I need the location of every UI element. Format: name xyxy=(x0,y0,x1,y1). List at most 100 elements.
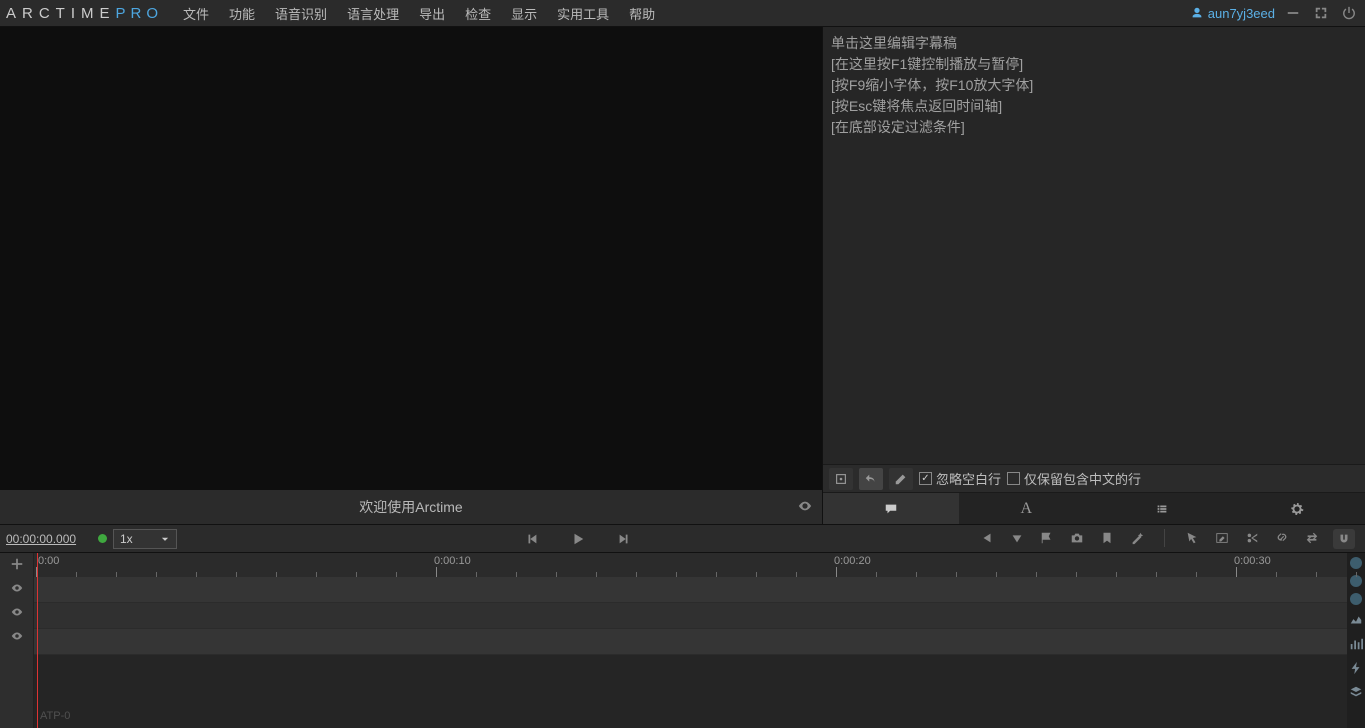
bookmark-icon xyxy=(1100,531,1114,545)
wand-button[interactable] xyxy=(1128,529,1146,547)
menu-list: 文件 功能 语音识别 语言处理 导出 检查 显示 实用工具 帮助 xyxy=(173,0,665,27)
pointer-icon xyxy=(1185,531,1199,545)
power-button[interactable] xyxy=(1339,3,1359,23)
user-badge[interactable]: aun7yj3eed xyxy=(1190,6,1275,21)
timeline-track-controls xyxy=(0,553,34,728)
spectrum-button[interactable] xyxy=(1347,635,1365,653)
triangle-down-icon xyxy=(1010,531,1024,545)
menu-language[interactable]: 语言处理 xyxy=(337,0,409,27)
eye-icon xyxy=(10,581,24,595)
bookmark-button[interactable] xyxy=(1098,529,1116,547)
mark-out-down-button[interactable] xyxy=(1008,529,1026,547)
camera-icon xyxy=(1070,531,1084,545)
main-area: 欢迎使用Arctime 单击这里编辑字幕稿 [在这里按F1键控制播放与暂停] [… xyxy=(0,26,1365,524)
playhead[interactable] xyxy=(37,553,38,728)
play-button[interactable] xyxy=(569,530,587,548)
pointer-tool[interactable] xyxy=(1183,529,1201,547)
ruler-tick xyxy=(316,572,317,577)
timeline-empty-area[interactable]: ATP-0 xyxy=(34,655,1347,728)
ruler-label: 0:00:20 xyxy=(834,555,871,567)
menu-file[interactable]: 文件 xyxy=(173,0,219,27)
link-icon xyxy=(1275,531,1289,545)
maximize-icon xyxy=(1314,6,1328,20)
waveform-button[interactable] xyxy=(1347,611,1365,629)
track-3[interactable] xyxy=(34,629,1347,655)
tab-list[interactable] xyxy=(1094,493,1230,524)
ruler-tick xyxy=(596,572,597,577)
swap-tool[interactable] xyxy=(1303,529,1321,547)
mark-in-button[interactable] xyxy=(978,529,996,547)
layers-icon xyxy=(1349,685,1363,699)
ruler-tick xyxy=(1036,572,1037,577)
layers-button[interactable] xyxy=(1347,683,1365,701)
playback-controls xyxy=(177,530,978,548)
add-track-button[interactable] xyxy=(8,555,26,573)
track-visibility-2[interactable] xyxy=(8,603,26,621)
timeline-body[interactable]: 0:00 0:00:10 0:00:20 0:00:30 ATP-0 xyxy=(34,553,1347,728)
track-visibility-1[interactable] xyxy=(8,579,26,597)
menu-help[interactable]: 帮助 xyxy=(619,0,665,27)
timecode-display[interactable]: 00:00:00.000 xyxy=(4,532,92,546)
next-frame-button[interactable] xyxy=(615,530,633,548)
menu-right: aun7yj3eed xyxy=(1190,3,1359,23)
skip-back-icon xyxy=(525,532,539,546)
preview-visibility-toggle[interactable] xyxy=(798,499,812,516)
skip-forward-icon xyxy=(617,532,631,546)
menubar: ARCTIMEPRO 文件 功能 语音识别 语言处理 导出 检查 显示 实用工具… xyxy=(0,0,1365,26)
magnet-tool[interactable] xyxy=(1333,529,1355,549)
menu-display[interactable]: 显示 xyxy=(501,0,547,27)
ruler-label: 0:00 xyxy=(38,555,59,567)
video-preview[interactable] xyxy=(0,27,822,490)
timeline-ruler[interactable]: 0:00 0:00:10 0:00:20 0:00:30 xyxy=(34,553,1347,577)
side-dot-1[interactable] xyxy=(1350,557,1362,569)
track-2[interactable] xyxy=(34,603,1347,629)
app-logo: ARCTIMEPRO xyxy=(6,5,163,22)
edit-tool[interactable] xyxy=(1213,529,1231,547)
comment-icon xyxy=(884,502,898,516)
edit-box-icon xyxy=(1215,531,1229,545)
gear-icon xyxy=(1290,502,1304,516)
ruler-tick xyxy=(356,572,357,577)
chinese-only-checkbox[interactable]: 仅保留包含中文的行 xyxy=(1007,469,1141,488)
menu-export[interactable]: 导出 xyxy=(409,0,455,27)
script-editor[interactable]: 单击这里编辑字幕稿 [在这里按F1键控制播放与暂停] [按F9缩小字体，按F10… xyxy=(823,27,1365,464)
track-visibility-3[interactable] xyxy=(8,627,26,645)
menu-tools[interactable]: 实用工具 xyxy=(547,0,619,27)
maximize-button[interactable] xyxy=(1311,3,1331,23)
snapshot-button[interactable] xyxy=(1068,529,1086,547)
ruler-tick xyxy=(196,572,197,577)
tab-settings[interactable] xyxy=(1230,493,1365,524)
tab-style[interactable]: A xyxy=(959,493,1095,524)
toolbar-goto-button[interactable] xyxy=(829,468,853,490)
wand-icon xyxy=(1130,531,1144,545)
side-dot-3[interactable] xyxy=(1350,593,1362,605)
ruler-tick xyxy=(1276,572,1277,577)
ruler-tick xyxy=(396,572,397,577)
menu-check[interactable]: 检查 xyxy=(455,0,501,27)
cut-tool[interactable] xyxy=(1243,529,1261,547)
speed-select[interactable]: 1x xyxy=(113,529,177,549)
prev-frame-button[interactable] xyxy=(523,530,541,548)
tab-subtitle[interactable] xyxy=(823,493,959,524)
chinese-only-label: 仅保留包含中文的行 xyxy=(1024,469,1141,488)
link-tool[interactable] xyxy=(1273,529,1291,547)
toolbar-edit-button[interactable] xyxy=(889,468,913,490)
user-name: aun7yj3eed xyxy=(1208,6,1275,21)
bolt-button[interactable] xyxy=(1347,659,1365,677)
ruler-tick xyxy=(436,567,437,577)
toolbar-undo-button[interactable] xyxy=(859,468,883,490)
ignore-blank-checkbox[interactable]: ✓ 忽略空白行 xyxy=(919,469,1001,488)
ruler-tick xyxy=(476,572,477,577)
script-column: 单击这里编辑字幕稿 [在这里按F1键控制播放与暂停] [按F9缩小字体，按F10… xyxy=(822,27,1365,524)
track-1[interactable] xyxy=(34,577,1347,603)
ruler-tick xyxy=(1316,572,1317,577)
ruler-tick xyxy=(1116,572,1117,577)
timeline: 0:00 0:00:10 0:00:20 0:00:30 ATP-0 xyxy=(0,552,1365,728)
power-icon xyxy=(1342,6,1356,20)
flag-button[interactable] xyxy=(1038,529,1056,547)
user-icon xyxy=(1190,6,1204,20)
welcome-text: 欢迎使用Arctime xyxy=(359,497,462,517)
minimize-button[interactable] xyxy=(1283,3,1303,23)
menu-speech[interactable]: 语音识别 xyxy=(265,0,337,27)
menu-function[interactable]: 功能 xyxy=(219,0,265,27)
